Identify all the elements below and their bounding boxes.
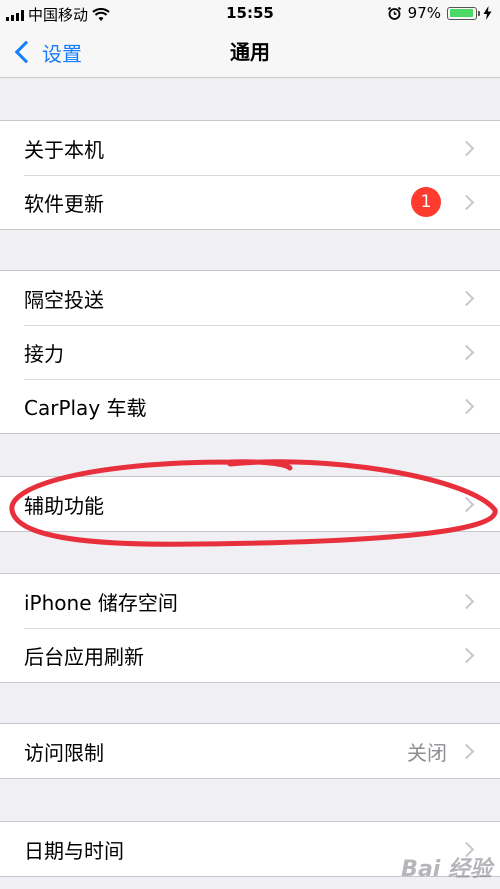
settings-group-about: 关于本机 软件更新 1 (0, 120, 500, 230)
chevron-right-icon (458, 344, 475, 360)
chevron-right-icon (458, 593, 475, 609)
chevron-right-icon (458, 398, 475, 414)
row-label: 接力 (24, 341, 64, 366)
row-restrictions[interactable]: 访问限制 关闭 (0, 724, 500, 778)
alarm-clock-icon (387, 6, 401, 20)
row-carplay[interactable]: CarPlay 车载 (0, 379, 500, 433)
charging-bolt-icon (483, 6, 492, 20)
row-label: CarPlay 车载 (24, 395, 147, 420)
settings-group-restrictions: 访问限制 关闭 (0, 723, 500, 779)
battery-icon (447, 6, 480, 20)
watermark-logo: Bai 经验 (401, 857, 492, 882)
chevron-right-icon (458, 290, 475, 306)
chevron-right-icon (458, 140, 475, 156)
row-about[interactable]: 关于本机 (0, 121, 500, 175)
page-title: 通用 (230, 40, 270, 64)
row-label: 后台应用刷新 (24, 644, 144, 669)
row-software-update[interactable]: 软件更新 1 (0, 175, 500, 229)
chevron-right-icon (458, 647, 475, 663)
row-label: 软件更新 (24, 191, 104, 216)
chevron-right-icon (458, 194, 475, 210)
battery-level (449, 9, 473, 17)
navigation-bar: 设置 通用 (0, 28, 500, 78)
status-bar: 中国移动 15:55 97% (0, 0, 500, 28)
settings-group-connectivity: 隔空投送 接力 CarPlay 车载 (0, 270, 500, 434)
settings-group-accessibility: 辅助功能 (0, 476, 500, 532)
notification-badge: 1 (411, 187, 441, 217)
row-label: 访问限制 (24, 740, 104, 765)
row-label: 关于本机 (24, 137, 104, 162)
row-label: 隔空投送 (24, 287, 104, 312)
row-value: 关闭 (407, 740, 447, 765)
chevron-right-icon (458, 496, 475, 512)
settings-group-storage: iPhone 储存空间 后台应用刷新 (0, 573, 500, 683)
chevron-right-icon (458, 743, 475, 759)
row-label: 日期与时间 (24, 838, 124, 863)
row-label: 辅助功能 (24, 493, 104, 518)
row-airdrop[interactable]: 隔空投送 (0, 271, 500, 325)
row-iphone-storage[interactable]: iPhone 储存空间 (0, 574, 500, 628)
status-right: 97% (387, 4, 492, 22)
row-handoff[interactable]: 接力 (0, 325, 500, 379)
battery-percent: 97% (407, 4, 441, 22)
row-background-app-refresh[interactable]: 后台应用刷新 (0, 628, 500, 682)
row-accessibility[interactable]: 辅助功能 (0, 477, 500, 531)
row-label: iPhone 储存空间 (24, 590, 178, 615)
